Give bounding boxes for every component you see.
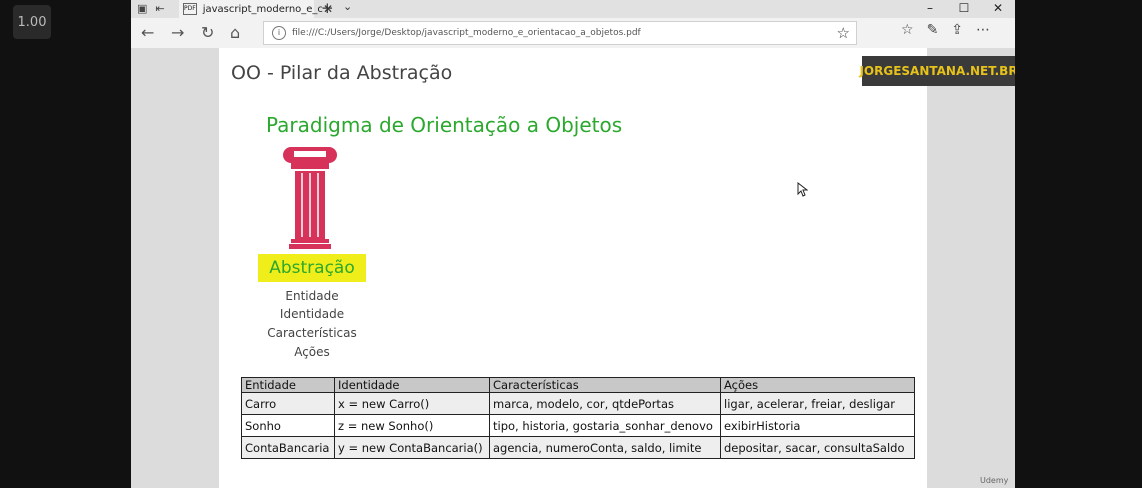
table-cell: x = new Carro() — [334, 392, 490, 415]
concept-item: Características — [267, 326, 357, 340]
info-icon[interactable]: i — [272, 26, 286, 40]
table-row: ContaBancaria y = new ContaBancaria() ag… — [241, 436, 915, 459]
table-cell: depositar, sacar, consultaSaldo — [720, 436, 915, 459]
pdf-viewer[interactable]: OO - Pilar da Abstração Paradigma de Ori… — [131, 48, 1015, 488]
pdf-page: OO - Pilar da Abstração Paradigma de Ori… — [219, 48, 927, 488]
table-cell: exibirHistoria — [720, 414, 915, 437]
url-text: file:///C:/Users/Jorge/Desktop/javascrip… — [292, 28, 641, 38]
back-icon[interactable]: ← — [141, 23, 154, 42]
active-tab[interactable]: PDF javascript_moderno_e_c ✕ — [179, 0, 333, 18]
pillar-label: Abstração — [258, 254, 366, 282]
minimize-icon[interactable]: – — [913, 0, 947, 16]
favorites-icon[interactable]: ☆ — [901, 22, 914, 38]
table-header-row: Entidade Identidade Características Açõe… — [241, 377, 915, 393]
more-icon[interactable]: ⋯ — [976, 22, 990, 38]
udemy-watermark: Udemy — [980, 476, 1009, 485]
table-cell: z = new Sonho() — [334, 414, 490, 437]
pdf-icon: PDF — [183, 3, 197, 15]
mouse-cursor-icon — [797, 182, 808, 197]
brand-banner: JORGESANTANA.NET.BR — [859, 56, 1015, 86]
table-cell: y = new ContaBancaria() — [334, 436, 490, 459]
tab-manager-icon[interactable]: ▣ — [137, 2, 147, 15]
table-cell: tipo, historia, gostaria_sonhar_denovo — [489, 414, 721, 437]
share-icon[interactable]: ⇪ — [951, 22, 963, 38]
table-row: Sonho z = new Sonho() tipo, historia, go… — [241, 414, 915, 437]
maximize-icon[interactable]: ☐ — [947, 0, 981, 16]
abstraction-table: Entidade Identidade Características Açõe… — [241, 377, 915, 459]
set-aside-tabs-icon[interactable]: ⇤ — [155, 2, 164, 15]
table-cell: ligar, acelerar, freiar, desligar — [720, 392, 915, 415]
zoom-badge: 1.00 — [13, 5, 51, 39]
pillar-icon — [283, 147, 337, 249]
slide-subtitle: Paradigma de Orientação a Objetos — [266, 113, 623, 137]
table-row: Carro x = new Carro() marca, modelo, cor… — [241, 392, 915, 415]
refresh-icon[interactable]: ↻ — [201, 23, 214, 42]
concept-item: Identidade — [279, 307, 345, 321]
favorite-star-icon[interactable]: ☆ — [837, 24, 850, 42]
column-header: Ações — [720, 377, 915, 393]
chevron-down-icon[interactable]: ⌄ — [343, 0, 352, 13]
concept-item: Entidade — [285, 289, 339, 303]
table-cell: marca, modelo, cor, qtdePortas — [489, 392, 721, 415]
concept-item: Ações — [294, 345, 330, 359]
table-cell: ContaBancaria — [241, 436, 335, 459]
home-icon[interactable]: ⌂ — [230, 23, 240, 42]
pen-icon[interactable]: ✎ — [927, 22, 939, 38]
new-tab-icon[interactable]: + — [321, 0, 334, 17]
table-cell: agencia, numeroConta, saldo, limite — [489, 436, 721, 459]
table-cell: Sonho — [241, 414, 335, 437]
column-header: Identidade — [334, 377, 490, 393]
table-cell: Carro — [241, 392, 335, 415]
column-header: Características — [489, 377, 721, 393]
browser-window: ▣ ⇤ PDF javascript_moderno_e_c ✕ + ⌄ – ☐… — [131, 0, 1015, 488]
slide-title: OO - Pilar da Abstração — [231, 62, 453, 84]
tab-title: javascript_moderno_e_c — [202, 3, 323, 15]
close-window-icon[interactable]: ✕ — [981, 0, 1015, 16]
url-field[interactable]: i file:///C:/Users/Jorge/Desktop/javascr… — [263, 21, 857, 45]
forward-icon[interactable]: → — [171, 23, 184, 42]
tab-bar: ▣ ⇤ PDF javascript_moderno_e_c ✕ + ⌄ – ☐… — [131, 0, 1015, 18]
address-bar: ← → ↻ ⌂ i file:///C:/Users/Jorge/Desktop… — [131, 18, 1015, 49]
column-header: Entidade — [241, 377, 335, 393]
